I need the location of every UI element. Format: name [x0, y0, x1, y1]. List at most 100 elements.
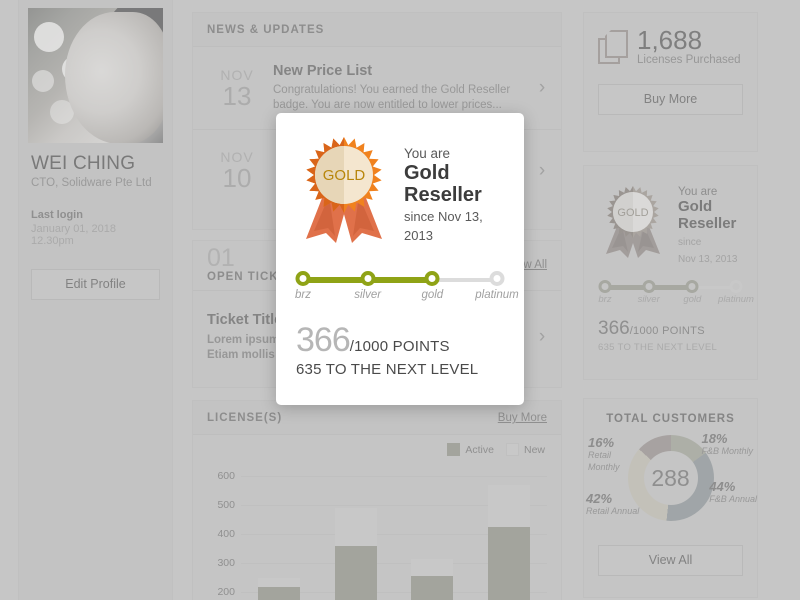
total-customers-card: TOTAL CUSTOMERS 288 18% F&B Monthly 44% … — [583, 398, 758, 598]
chart-bar[interactable] — [487, 484, 530, 600]
progress-dot-gold — [685, 280, 699, 293]
chart-bar-segment-new — [487, 484, 530, 527]
tier-points-next: 635 TO THE NEXT LEVEL — [598, 342, 718, 353]
legend-label-active: Active — [465, 443, 494, 456]
news-item-body: New Price List Congratulations! You earn… — [267, 63, 533, 113]
progress-dot-silver — [360, 271, 376, 286]
progress-dot-platinum — [729, 280, 743, 293]
badge-text: GOLD — [323, 167, 366, 184]
profile-sidebar: WEI CHING CTO, Solidware Pte Ltd Last lo… — [18, 0, 173, 600]
purchased-count: 1,688 — [637, 25, 703, 55]
chevron-right-icon[interactable]: › — [533, 77, 551, 99]
gold-badge-icon: GOLD — [598, 180, 668, 260]
donut-pct-retail-annual: 42% — [586, 491, 613, 506]
popover-points-next: 635 TO THE NEXT LEVEL — [296, 361, 479, 378]
chart-bar-slot — [394, 558, 471, 600]
news-item-title: New Price List — [273, 63, 373, 79]
progress-dot-brz — [598, 280, 612, 293]
last-login-value: January 01, 2018 12.30pm — [31, 223, 117, 247]
purchased-buy-more-button[interactable]: Buy More — [598, 84, 743, 115]
chevron-right-icon[interactable]: › — [533, 326, 551, 348]
gold-reseller-popover[interactable]: GOLD You are Gold Reseller since Nov 13,… — [276, 113, 524, 405]
tier-progress-labels: brz silver gold platinum — [598, 294, 754, 308]
donut-pct-fb-annual: 44% — [709, 479, 736, 494]
legend-label-new: New — [523, 443, 545, 456]
last-login-label: Last login — [31, 209, 83, 221]
customers-view-all-button[interactable]: View All — [598, 545, 743, 576]
chevron-right-icon[interactable]: › — [533, 160, 551, 182]
news-item-day: 13 — [222, 80, 252, 111]
popover-points-value: 366 — [296, 321, 351, 359]
progress-dot-silver — [642, 280, 656, 293]
chart-bar-segment-active — [334, 546, 377, 600]
donut-name-retail-monthly-l1: Retail — [588, 450, 612, 460]
chart-bar-segment-new — [258, 577, 301, 588]
chart-y-tick: 500 — [217, 498, 235, 511]
donut-label-fb-annual: 44% F&B Annual — [709, 479, 757, 505]
legend-swatch-active — [447, 443, 461, 456]
popover-you-are: You are — [404, 146, 451, 161]
news-header: NEWS & UPDATES — [193, 13, 561, 47]
tier-since-line2: Nov 13, 2013 — [678, 254, 738, 265]
customers-header: TOTAL CUSTOMERS — [606, 413, 735, 425]
chart-bar-slot — [471, 484, 548, 600]
popover-tier-line1: Gold — [404, 162, 450, 184]
popover-progress-labels: brz silver gold platinum — [295, 289, 519, 307]
chart-axis-area: 200 300 400 500 600 — [207, 467, 547, 600]
donut-name-fb-annual: F&B Annual — [709, 494, 757, 504]
progress-label-platinum: platinum — [718, 294, 754, 305]
popover-points: 366/1000 POINTS 635 TO THE NEXT LEVEL — [296, 321, 504, 378]
tier-name-line1: Gold — [678, 198, 713, 215]
chart-bar[interactable] — [334, 507, 377, 600]
profile-name: WEI CHING — [31, 153, 136, 174]
purchased-text: 1,688 Licenses Purchased — [637, 27, 741, 66]
license-buy-more-link[interactable]: Buy More — [498, 401, 547, 435]
customers-donut-wrap: 288 18% F&B Monthly 44% F&B Annual 42% R… — [584, 431, 757, 539]
news-item-date: NOV 13 — [207, 67, 267, 111]
chart-y-tick: 300 — [217, 557, 235, 570]
edit-profile-button[interactable]: Edit Profile — [31, 269, 160, 300]
popover-since-line2: 2013 — [404, 228, 433, 243]
progress-label-brz: brz — [598, 294, 612, 305]
donut-pct-retail-monthly: 16% — [588, 435, 615, 450]
licenses-purchased-card: 1,688 Licenses Purchased Buy More — [583, 12, 758, 152]
news-item-day: 10 — [222, 163, 252, 193]
donut-center: 288 — [643, 451, 698, 505]
license-header: LICENSE(S) Buy More — [193, 401, 561, 435]
tier-points-value: 366 — [598, 318, 630, 339]
chart-bar[interactable] — [411, 558, 454, 600]
chart-bar-segment-new — [411, 558, 454, 576]
license-header-title: LICENSE(S) — [207, 412, 283, 424]
popover-summary: GOLD You are Gold Reseller since Nov 13,… — [296, 131, 504, 249]
tier-points: 366/1000 POINTS 635 TO THE NEXT LEVEL — [598, 318, 743, 353]
chart-bars — [241, 467, 547, 600]
donut-name-fb-monthly: F&B Monthly — [701, 446, 753, 456]
popover-tier-line2: Reseller — [404, 184, 482, 206]
donut-name-retail-annual: Retail Annual — [586, 506, 640, 516]
chart-bar-slot — [318, 507, 395, 600]
chart-y-tick: 400 — [217, 528, 235, 541]
donut-label-fb-monthly: 18% F&B Monthly — [701, 431, 753, 457]
chart-bar-segment-active — [411, 575, 454, 600]
tier-progress-track — [598, 280, 743, 294]
popover-progress-track — [295, 271, 505, 287]
chart-bar-slot — [241, 577, 318, 600]
chart-y-tick: 600 — [217, 469, 235, 482]
profile-role: CTO, Solidware Pte Ltd — [31, 177, 152, 189]
reseller-tier-card: GOLD You are Gold Reseller since Nov 13,… — [583, 165, 758, 380]
progress-label-gold: gold — [683, 294, 702, 305]
chart-bar[interactable] — [258, 577, 301, 600]
gold-badge-icon: GOLD — [296, 131, 392, 249]
chart-legend: Active New — [447, 443, 545, 456]
progress-label-silver: silver — [354, 289, 382, 301]
donut-name-retail-monthly-l2: Monthly — [588, 462, 620, 472]
progress-label-platinum: platinum — [475, 289, 519, 301]
progress-label-gold: gold — [421, 289, 444, 301]
donut-pct-fb-monthly: 18% — [701, 431, 728, 446]
legend-item-new: New — [505, 443, 545, 456]
tier-summary: GOLD You are Gold Reseller since Nov 13,… — [598, 180, 743, 266]
licenses-chart-card: LICENSE(S) Buy More Active New 200 300 400… — [192, 400, 562, 600]
license-plot: Active New 200 300 400 500 600 — [193, 435, 561, 600]
popover-text: You are Gold Reseller since Nov 13, 2013 — [404, 131, 483, 249]
progress-dot-gold — [424, 271, 440, 286]
